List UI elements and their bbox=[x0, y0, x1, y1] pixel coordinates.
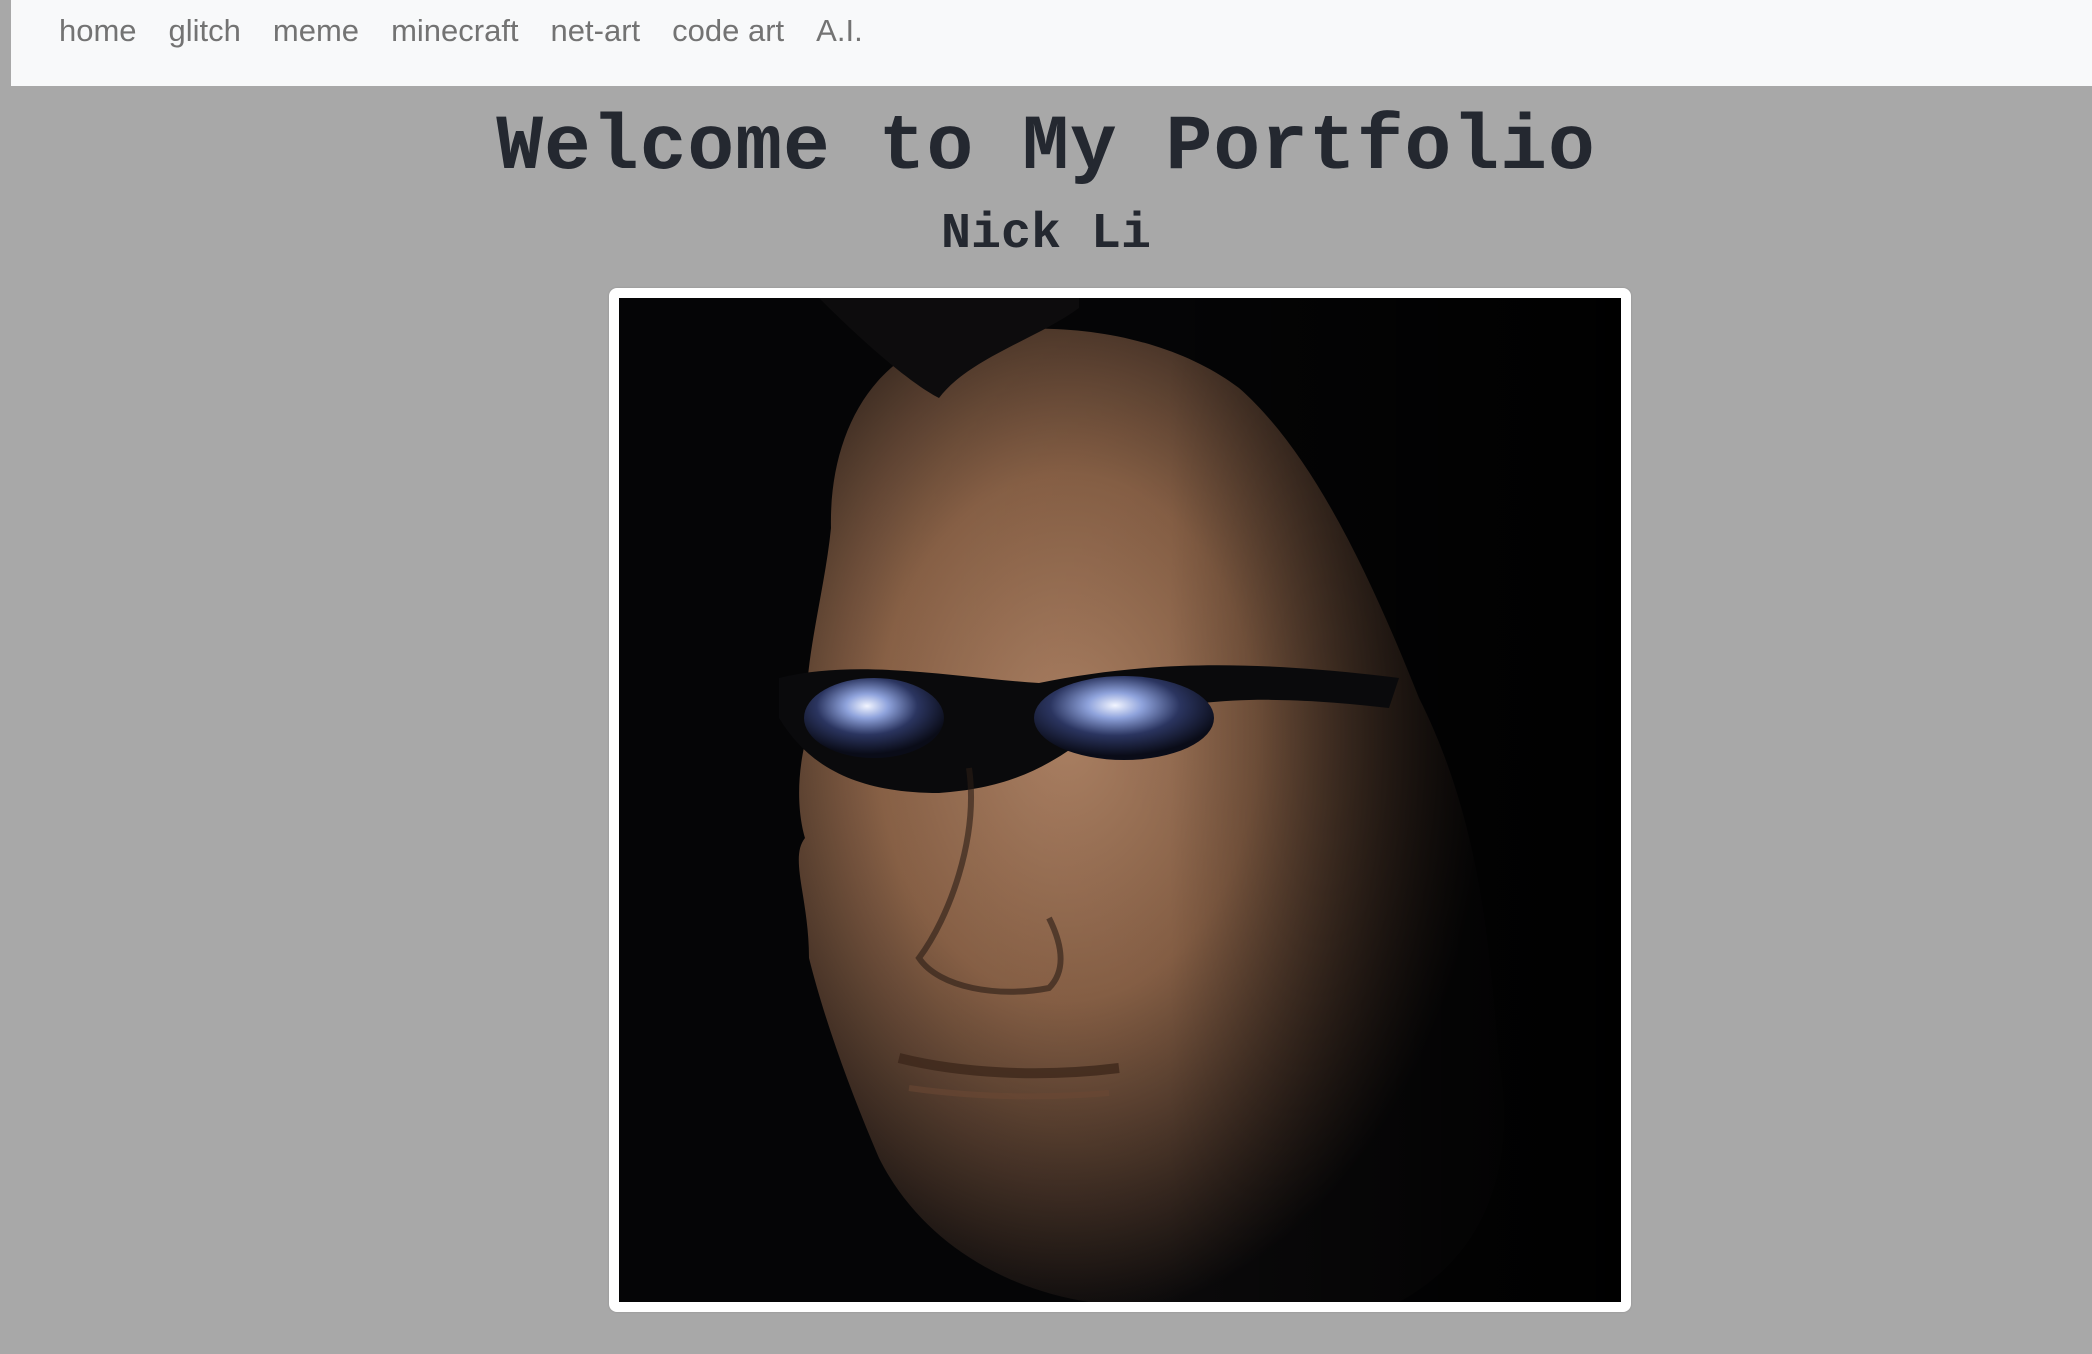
nav-link-code-art[interactable]: code art bbox=[656, 13, 800, 49]
nav-link-glitch[interactable]: glitch bbox=[153, 13, 257, 49]
nav-menu: home glitch meme minecraft net-art code … bbox=[59, 13, 879, 49]
nav-link-ai[interactable]: A.I. bbox=[800, 13, 879, 49]
top-navbar: home glitch meme minecraft net-art code … bbox=[11, 0, 2092, 86]
portrait-frame bbox=[609, 288, 1631, 1312]
portrait-image bbox=[619, 298, 1621, 1302]
nav-link-home[interactable]: home bbox=[59, 13, 153, 49]
nav-link-minecraft[interactable]: minecraft bbox=[375, 13, 534, 49]
page-title: Welcome to My Portfolio bbox=[496, 104, 1596, 192]
nav-link-meme[interactable]: meme bbox=[257, 13, 375, 49]
nav-link-net-art[interactable]: net-art bbox=[535, 13, 657, 49]
hero-section: Welcome to My Portfolio Nick Li bbox=[0, 86, 2092, 268]
author-name: Nick Li bbox=[940, 206, 1152, 263]
